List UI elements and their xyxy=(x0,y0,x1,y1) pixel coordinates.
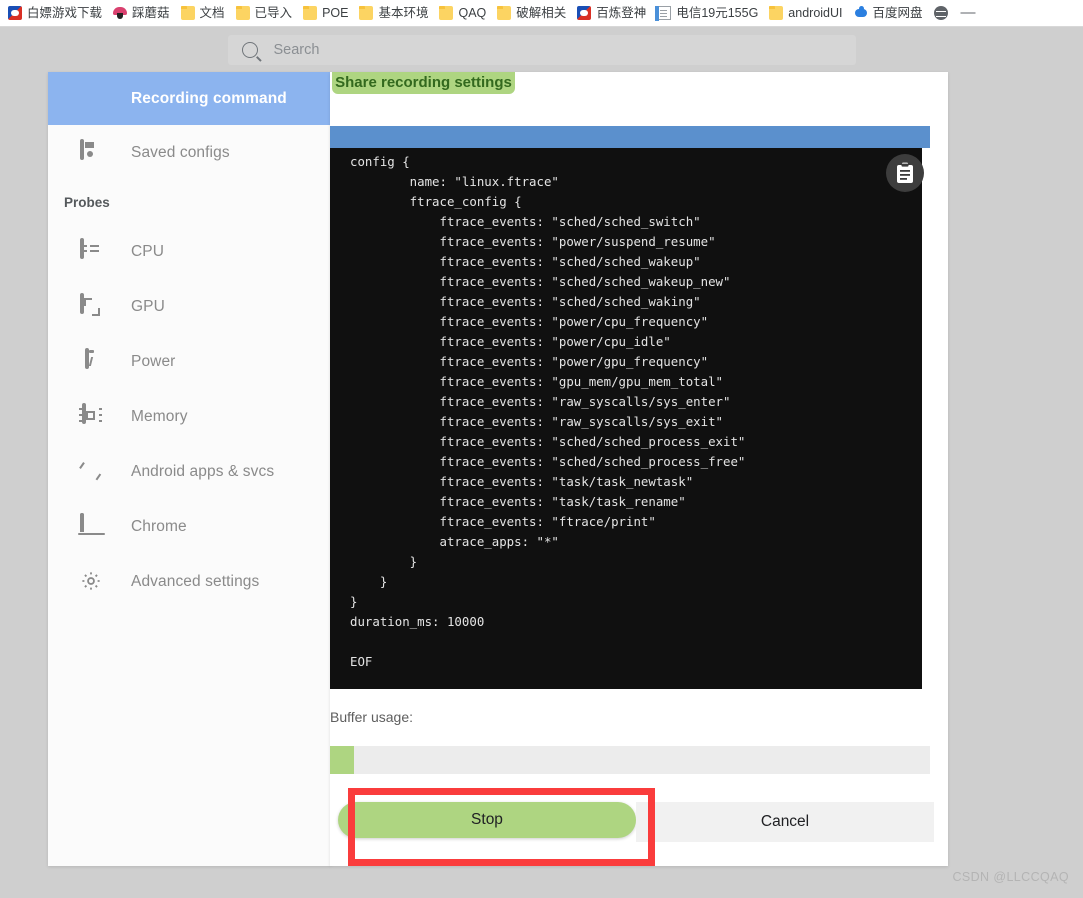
bookmark-item[interactable]: 电信19元155G xyxy=(653,2,764,24)
folder-icon xyxy=(235,6,250,20)
sidebar-item-label: Chrome xyxy=(131,517,187,535)
bookmark-item[interactable]: androidUI xyxy=(765,2,848,24)
search-placeholder: Search xyxy=(273,41,320,58)
bookmark-item[interactable]: 基本环境 xyxy=(355,2,434,24)
buffer-usage-bar xyxy=(330,746,930,774)
battery-icon xyxy=(80,347,104,374)
folder-icon xyxy=(359,6,374,20)
bookmark-label: 基本环境 xyxy=(378,6,429,20)
sidebar-item-cpu[interactable]: CPU xyxy=(48,224,330,279)
share-recording-settings-button[interactable]: Share recording settings xyxy=(332,72,515,94)
sidebar-item-advanced-settings[interactable]: Advanced settings xyxy=(48,554,330,609)
sidebar-item-saved-configs[interactable]: Saved configs xyxy=(48,125,330,180)
buffer-usage-fill xyxy=(330,746,354,774)
record-dialog: Recording command Saved configs Probes C… xyxy=(48,72,948,867)
sidebar-item-label: Advanced settings xyxy=(131,572,260,590)
folder-icon xyxy=(769,6,784,20)
bookmarks-bar: 白嫖游戏下载 踩蘑菇 文档 已导入 POE 基本环境 QAQ 破解相关 百炼登神… xyxy=(0,0,1083,27)
sidebar-item-android-apps-svcs[interactable]: Android apps & svcs xyxy=(48,444,330,499)
folder-icon xyxy=(303,6,318,20)
bookmark-item[interactable]: 破解相关 xyxy=(493,2,572,24)
record-content: Share recording settings config { name: … xyxy=(330,72,948,866)
sidebar-item-label: Android apps & svcs xyxy=(131,462,275,480)
clipboard-copy-icon[interactable] xyxy=(886,154,924,192)
mushroom-icon xyxy=(113,6,128,20)
watermark: CSDN @LLCCQAQ xyxy=(952,870,1069,884)
bookmark-label: 踩蘑菇 xyxy=(132,6,170,20)
bookmark-label: 破解相关 xyxy=(516,6,567,20)
game-icon xyxy=(8,6,22,20)
bookmark-label: 电信19元155G xyxy=(676,6,759,20)
bookmark-label: androidUI xyxy=(788,6,843,20)
folder-icon xyxy=(180,6,195,20)
screen: 白嫖游戏下载 踩蘑菇 文档 已导入 POE 基本环境 QAQ 破解相关 百炼登神… xyxy=(0,0,1083,898)
android-icon xyxy=(80,460,104,484)
bookmark-label: 文档 xyxy=(199,6,225,20)
record-dot-icon xyxy=(80,87,104,111)
bookmark-item[interactable]: QAQ xyxy=(435,2,492,24)
sidebar-item-label: CPU xyxy=(131,242,165,260)
sidebar-item-power[interactable]: Power xyxy=(48,334,330,389)
bookmark-item[interactable] xyxy=(930,2,954,24)
code-viewport[interactable]: config { name: "linux.ftrace" ftrace_con… xyxy=(330,148,930,689)
record-sidebar: Recording command Saved configs Probes C… xyxy=(48,72,331,866)
bookmark-item[interactable]: 已导入 xyxy=(232,2,299,24)
bookmark-label: POE xyxy=(322,6,349,20)
omnibox-strip: Search xyxy=(0,27,1083,72)
sidebar-item-label: GPU xyxy=(131,297,165,315)
bookmark-label: 白嫖游戏下载 xyxy=(27,6,103,20)
document-icon xyxy=(655,6,672,21)
folder-icon xyxy=(497,6,512,20)
memory-chip-icon xyxy=(80,402,104,429)
sidebar-item-recording-command[interactable]: Recording command xyxy=(48,72,330,125)
cpu-icon xyxy=(80,237,104,264)
sidebar-item-gpu[interactable]: GPU xyxy=(48,279,330,334)
code-scrollbar[interactable] xyxy=(922,148,930,689)
buffer-usage-label: Buffer usage: xyxy=(330,709,414,725)
recording-command-text: config { name: "linux.ftrace" ftrace_con… xyxy=(350,154,746,669)
sidebar-item-label: Recording command xyxy=(131,89,287,107)
floppy-icon xyxy=(80,138,104,165)
sidebar-item-chrome[interactable]: Chrome xyxy=(48,499,330,554)
bookmark-item[interactable]: POE xyxy=(299,2,354,24)
bookmark-item[interactable]: 文档 xyxy=(177,2,231,24)
bookmark-item[interactable]: 百炼登神 xyxy=(573,2,652,24)
sidebar-item-label: Saved configs xyxy=(131,143,230,161)
bookmark-label: QAQ xyxy=(458,6,487,20)
sidebar-section-probes: Probes xyxy=(64,194,110,210)
recording-command-block: config { name: "linux.ftrace" ftrace_con… xyxy=(330,126,948,689)
search-icon xyxy=(241,41,258,58)
sidebar-item-memory[interactable]: Memory xyxy=(48,389,330,444)
laptop-icon xyxy=(80,512,104,539)
cancel-button[interactable]: Cancel xyxy=(636,802,934,842)
bookmark-label: 已导入 xyxy=(254,6,293,20)
gear-icon xyxy=(80,570,104,594)
gpu-icon xyxy=(80,292,104,319)
globe-icon xyxy=(933,6,948,20)
game-icon xyxy=(577,6,592,20)
bookmark-item[interactable]: 踩蘑菇 xyxy=(109,2,176,24)
dialog-button-row: Stop Cancel xyxy=(330,802,948,842)
stop-button[interactable]: Stop xyxy=(338,802,636,838)
bookmark-item[interactable]: 百度网盘 xyxy=(850,2,929,24)
bookmark-item[interactable]: 白嫖游戏下载 xyxy=(4,2,108,24)
folder-icon xyxy=(439,6,454,20)
bookmark-label: 百炼登神 xyxy=(596,6,647,20)
code-top-bar xyxy=(330,126,930,148)
bookmark-label: 百度网盘 xyxy=(872,6,923,20)
bookmarks-overflow-button[interactable]: — xyxy=(955,2,982,24)
search-box[interactable]: Search xyxy=(227,34,856,65)
sidebar-item-label: Memory xyxy=(131,407,188,425)
sidebar-item-label: Power xyxy=(131,352,176,370)
cloud-icon xyxy=(854,6,868,20)
